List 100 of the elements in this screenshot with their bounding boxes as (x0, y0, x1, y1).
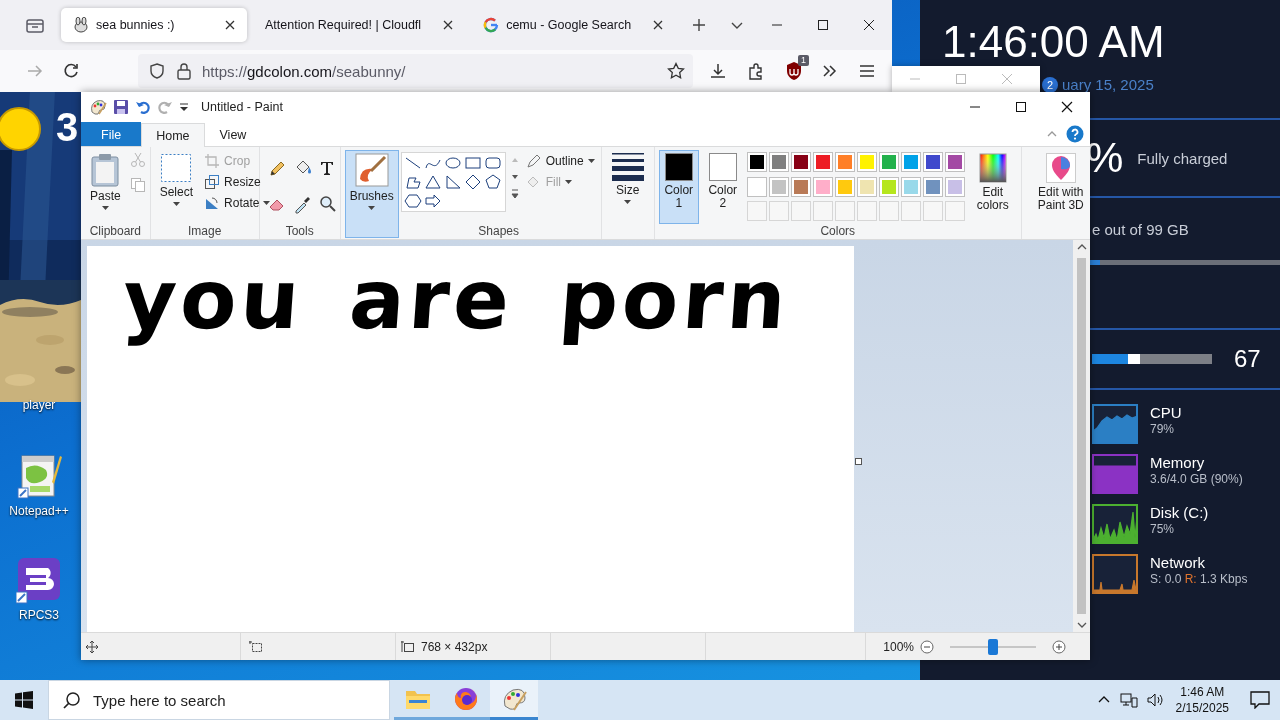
palette-swatch[interactable] (944, 176, 965, 197)
palette-swatch[interactable] (834, 176, 855, 197)
palette-swatch[interactable] (790, 152, 811, 172)
selection-size-icon (249, 640, 263, 653)
browser-tab[interactable]: sea bunnies :) (61, 8, 247, 42)
taskbar-clock[interactable]: 1:46 AM 2/15/2025 (1175, 684, 1229, 716)
outline-pen-icon (525, 153, 542, 169)
notification-icon[interactable] (1250, 691, 1270, 709)
pentagon-shape-icon[interactable] (483, 174, 502, 190)
browser-tab[interactable]: cemu - Google Search (471, 8, 676, 42)
paint-app-icon[interactable] (89, 98, 107, 116)
metric-value: 3.6/4.0 GB (90%) (1150, 472, 1243, 486)
palette-swatch[interactable] (944, 152, 965, 172)
close-icon[interactable] (861, 17, 877, 33)
color-picker-icon[interactable] (292, 194, 313, 214)
reload-icon[interactable] (62, 62, 80, 80)
icon-label[interactable]: player (22, 398, 56, 412)
address-bar[interactable]: https://gdcolon.com/seabunny/ (138, 54, 693, 88)
network-icon[interactable] (1119, 692, 1138, 708)
resize-handle[interactable] (855, 458, 862, 465)
image-command[interactable]: Rotate (202, 194, 273, 212)
ribbon-tab[interactable]: View (204, 122, 262, 146)
palette-swatch[interactable] (746, 152, 767, 172)
zoom-percent: 100% (883, 639, 914, 654)
color-slot[interactable]: Color 2 (702, 150, 743, 224)
bunny-icon (73, 17, 89, 33)
maximize-icon[interactable] (815, 17, 831, 33)
download-icon[interactable] (709, 62, 727, 80)
shield-extension-icon[interactable] (785, 61, 803, 81)
close-icon[interactable] (1060, 100, 1074, 114)
rounded-rectangle-shape-icon[interactable] (483, 155, 502, 171)
brushes-button[interactable]: Brushes (344, 150, 399, 238)
browser-tab[interactable]: Attention Required! | Cloudfl (253, 8, 466, 42)
volume-icon[interactable] (1146, 692, 1165, 708)
palette-swatch[interactable] (768, 176, 789, 197)
palette-swatch[interactable] (878, 152, 899, 172)
triangle-shape-icon[interactable] (423, 174, 442, 190)
icon-label[interactable]: RPCS3 (19, 608, 59, 622)
palette-swatch[interactable] (834, 152, 855, 172)
diamond-shape-icon[interactable] (463, 174, 482, 190)
storage-text: e out of 99 GB (1092, 221, 1190, 238)
right-triangle-shape-icon[interactable] (443, 174, 462, 190)
palette-swatch[interactable] (900, 176, 921, 197)
crop-icon (204, 153, 221, 169)
lock-icon[interactable] (176, 62, 192, 80)
oval-shape-icon[interactable] (443, 155, 462, 171)
zoom-in-icon[interactable] (1052, 639, 1066, 654)
vertical-scrollbar[interactable] (1073, 240, 1090, 632)
icon-label[interactable]: Notepad++ (9, 504, 69, 518)
search-field[interactable]: Type here to search (48, 680, 390, 720)
handwritten-text: you are porn (119, 252, 793, 347)
brush-icon (354, 153, 389, 187)
image-dimensions: 768 × 432px (421, 639, 488, 654)
zoom-out-icon[interactable] (920, 639, 934, 654)
collapse-ribbon-icon[interactable] (1046, 129, 1058, 139)
palette-swatch[interactable] (922, 152, 943, 172)
volume-slider[interactable] (1092, 354, 1212, 364)
new-tab-icon[interactable] (691, 17, 708, 33)
ribbon-tab[interactable]: Home (141, 123, 205, 147)
tab-list-icon[interactable] (25, 16, 45, 34)
puzzle-icon[interactable] (747, 62, 765, 80)
size-button[interactable]: Size (605, 150, 650, 238)
taskbar-app[interactable] (490, 680, 538, 720)
palette-swatch[interactable] (856, 152, 877, 172)
drawing-canvas[interactable]: you are porn (87, 246, 854, 632)
menu-icon[interactable] (858, 62, 876, 80)
slider-thumb[interactable] (1128, 354, 1140, 364)
help-icon[interactable] (1066, 125, 1084, 143)
palette-swatch[interactable] (878, 176, 899, 197)
palette-swatch[interactable] (812, 176, 833, 197)
edit-colors-button[interactable]: Edit colors (968, 150, 1017, 224)
palette-swatch[interactable] (856, 176, 877, 197)
color-slot[interactable]: Color 1 (658, 150, 699, 224)
metric-name: Memory (1150, 454, 1206, 472)
palette-swatch[interactable] (922, 176, 943, 197)
arrow-shape-icon[interactable] (423, 193, 442, 209)
magnifier-icon[interactable] (317, 194, 338, 214)
palette-swatch[interactable] (900, 152, 921, 172)
shield-icon[interactable] (148, 62, 166, 80)
group-label: Shapes (478, 224, 520, 238)
paste-button[interactable]: Paste (85, 150, 126, 224)
polygon-shape-icon[interactable] (403, 174, 422, 190)
zoom-thumb[interactable] (988, 638, 998, 655)
save-icon[interactable] (113, 99, 129, 115)
image-command[interactable]: Resize (202, 173, 273, 191)
maximize-icon[interactable] (1014, 100, 1028, 114)
customize-caret-icon[interactable] (179, 101, 189, 113)
palette-swatch[interactable] (768, 152, 789, 172)
rotate-icon (204, 195, 221, 211)
palette-swatch[interactable] (746, 176, 767, 197)
line-shape-icon[interactable] (403, 155, 422, 171)
select-button[interactable]: Select (154, 150, 199, 224)
undo-icon[interactable] (135, 99, 151, 115)
palette-swatch[interactable] (812, 152, 833, 172)
shape-option[interactable]: Outline (523, 152, 597, 170)
ribbon-tab[interactable]: File (81, 122, 142, 146)
bookmark-star-icon[interactable] (667, 62, 685, 80)
windows-start-icon[interactable] (15, 691, 33, 709)
palette-swatch[interactable] (790, 176, 811, 197)
hexagon-shape-icon[interactable] (403, 193, 422, 209)
